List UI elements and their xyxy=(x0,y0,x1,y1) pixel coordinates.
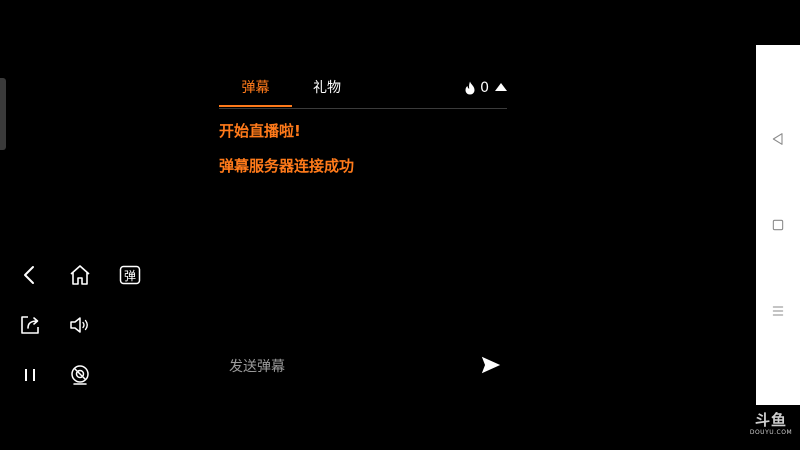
active-tab-indicator xyxy=(219,105,292,107)
danmu-input-bar xyxy=(219,350,509,382)
system-nav-bar xyxy=(756,45,800,405)
camera-button[interactable] xyxy=(66,361,94,389)
chat-message: 弹幕服务器连接成功 xyxy=(219,157,355,175)
heat-count: 0 xyxy=(480,80,489,96)
watermark-logo-text: 斗鱼 xyxy=(754,411,787,429)
system-menu-button[interactable] xyxy=(766,299,790,323)
send-button[interactable] xyxy=(479,353,503,377)
chevron-left-icon xyxy=(24,266,34,284)
chat-message: 开始直播啦! xyxy=(219,122,301,140)
danmu-input[interactable] xyxy=(227,355,461,379)
danmu-toggle-icon: 弹 xyxy=(119,265,141,285)
volume-button[interactable] xyxy=(66,311,94,339)
tab-danmu[interactable]: 弹幕 xyxy=(219,76,292,106)
system-back-button[interactable] xyxy=(766,127,790,151)
triangle-back-icon xyxy=(772,133,783,145)
chat-tabs: 弹幕 礼物 0 xyxy=(219,76,507,109)
pause-button[interactable] xyxy=(16,361,44,389)
menu-lines-icon xyxy=(772,306,784,316)
collapse-panel-button[interactable] xyxy=(495,83,507,91)
douyu-watermark: 斗鱼 DOUYU.COM xyxy=(748,411,794,437)
home-icon xyxy=(70,265,90,285)
home-button[interactable] xyxy=(66,261,94,289)
system-home-button[interactable] xyxy=(766,213,790,237)
side-drawer-handle[interactable] xyxy=(0,78,6,150)
player-screen: 弹 弹幕 礼物 0 开始直播啦! 弹幕服务器连接成功 发送弹幕 斗鱼 DOUYU… xyxy=(0,0,800,450)
back-button[interactable] xyxy=(16,261,44,289)
danmu-toggle-button[interactable]: 弹 xyxy=(116,261,144,289)
webcam-icon xyxy=(71,365,89,385)
share-button[interactable] xyxy=(16,311,44,339)
share-icon xyxy=(21,316,39,334)
danmu-toggle-label: 弹 xyxy=(124,269,136,283)
tab-gifts[interactable]: 礼物 xyxy=(292,76,362,106)
heat-counter: 0 xyxy=(464,78,489,98)
speaker-icon xyxy=(70,317,88,333)
flame-icon xyxy=(465,81,475,95)
square-home-icon xyxy=(772,219,784,231)
send-icon xyxy=(481,356,501,374)
pause-icon xyxy=(25,369,35,381)
watermark-domain: DOUYU.COM xyxy=(749,429,793,436)
